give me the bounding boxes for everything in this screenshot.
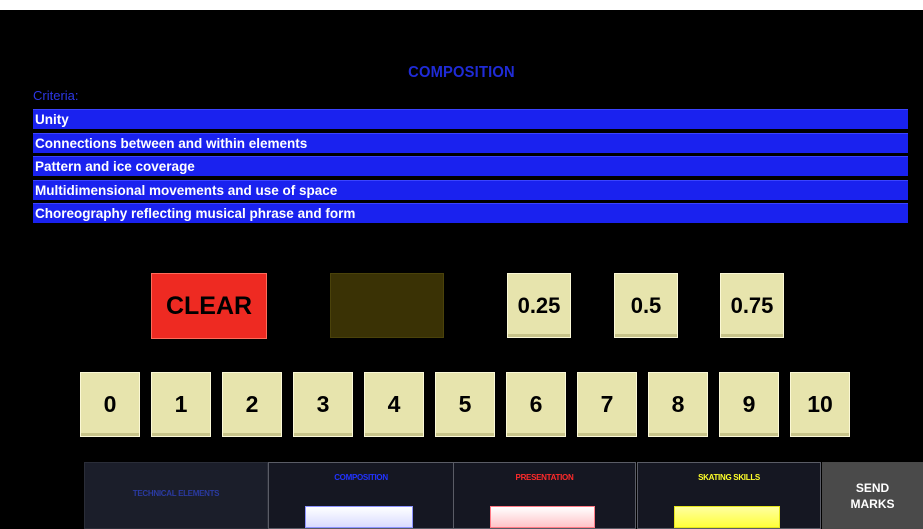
fraction-0-5-button[interactable]: 0.5 [614,273,678,338]
presentation-score-bar [490,506,595,528]
digit-7-button[interactable]: 7 [577,372,637,437]
digit-10-button[interactable]: 10 [790,372,850,437]
digit-1-button[interactable]: 1 [151,372,211,437]
send-marks-line2: MARKS [850,496,895,511]
digit-2-button[interactable]: 2 [222,372,282,437]
criteria-label: Criteria: [33,88,79,103]
tab-presentation-label: PRESENTATION [515,473,574,482]
digit-4-button[interactable]: 4 [364,372,424,437]
digit-8-button[interactable]: 8 [648,372,708,437]
tab-technical-label: TECHNICAL ELEMENTS [132,489,220,498]
criteria-list: Unity Connections between and within ele… [33,109,908,227]
component-tabs: TECHNICAL ELEMENTS COMPOSITION PRESENTAT… [84,462,923,529]
composition-score-bar [305,506,413,528]
fraction-0-75-button[interactable]: 0.75 [720,273,784,338]
criteria-item-unity: Unity [33,109,908,129]
digit-0-button[interactable]: 0 [80,372,140,437]
tab-technical-elements[interactable]: TECHNICAL ELEMENTS [84,462,268,529]
digit-5-button[interactable]: 5 [435,372,495,437]
criteria-item-choreography: Choreography reflecting musical phrase a… [33,203,908,224]
criteria-item-multidimensional: Multidimensional movements and use of sp… [33,179,908,200]
send-marks-line1: SEND [855,480,890,495]
tab-skating-skills[interactable]: SKATING SKILLS [637,462,821,529]
digit-3-button[interactable]: 3 [293,372,353,437]
tab-skating-label: SKATING SKILLS [698,473,760,482]
skating-score-bar [674,506,780,528]
criteria-item-pattern: Pattern and ice coverage [33,156,908,177]
fraction-0-25-button[interactable]: 0.25 [507,273,571,338]
digit-9-button[interactable]: 9 [719,372,779,437]
score-display-button[interactable] [330,273,444,338]
top-bar [0,0,923,10]
tab-composition[interactable]: COMPOSITION [268,462,454,529]
send-marks-button[interactable]: SEND MARKS [822,462,923,529]
page-title: COMPOSITION [408,64,515,81]
digit-6-button[interactable]: 6 [506,372,566,437]
clear-button[interactable]: CLEAR [151,273,267,339]
criteria-item-connections: Connections between and within elements [33,132,908,153]
tab-presentation[interactable]: PRESENTATION [453,462,636,529]
tab-composition-label: COMPOSITION [334,473,388,482]
